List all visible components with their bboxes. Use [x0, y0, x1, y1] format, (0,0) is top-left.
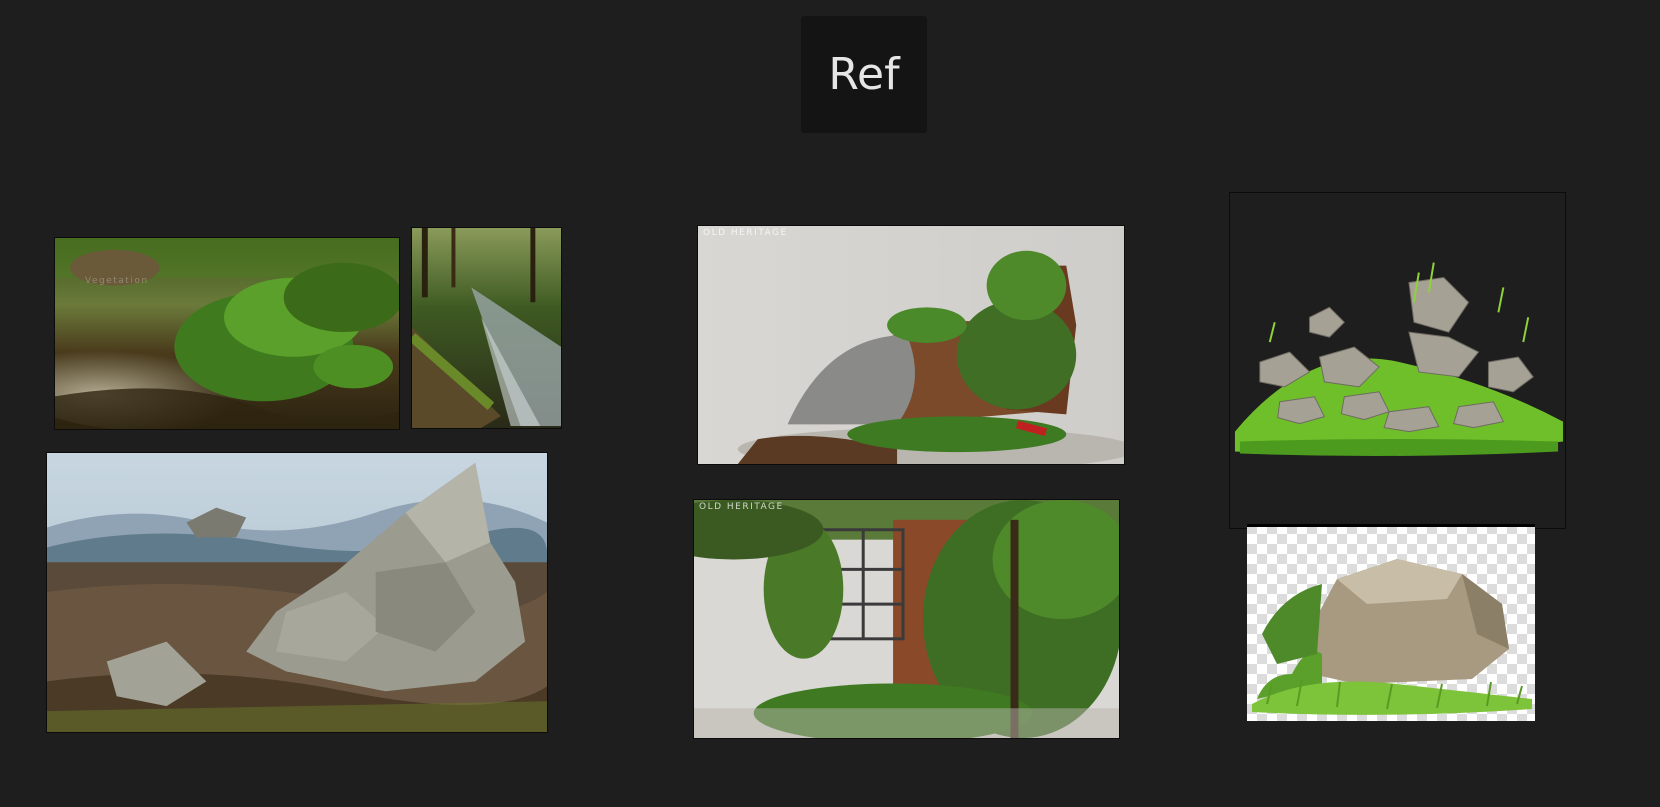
brick-ruin-watermark: OLD HERITAGE — [703, 228, 788, 238]
image-brick-ruin[interactable]: OLD HERITAGE — [697, 225, 1125, 465]
rocky-hills-picture — [47, 453, 547, 732]
boulder-grass-picture — [1247, 524, 1535, 721]
forest-stream-picture — [412, 228, 561, 428]
board-title: Ref — [828, 49, 900, 100]
rocks-grass-picture — [1230, 193, 1565, 528]
image-forest-stream[interactable] — [411, 227, 562, 429]
ivy-wall-watermark: OLD HERITAGE — [699, 502, 784, 512]
image-frame-rocks-grass[interactable] — [1229, 192, 1566, 529]
image-stream-plants[interactable]: Vegetation — [54, 237, 400, 430]
image-rocky-hills[interactable] — [46, 452, 548, 733]
image-boulder-grass[interactable] — [1247, 524, 1535, 721]
stream-plants-picture — [55, 238, 399, 429]
ivy-wall-picture — [694, 500, 1119, 738]
stream-plants-watermark: Vegetation — [85, 276, 149, 286]
reference-board: Ref Vegetation OLD HERITAGE OLD HERITAGE — [0, 0, 1660, 807]
brick-ruin-picture — [698, 226, 1124, 464]
board-title-card[interactable]: Ref — [801, 16, 927, 133]
image-ivy-wall[interactable]: OLD HERITAGE — [693, 499, 1120, 739]
